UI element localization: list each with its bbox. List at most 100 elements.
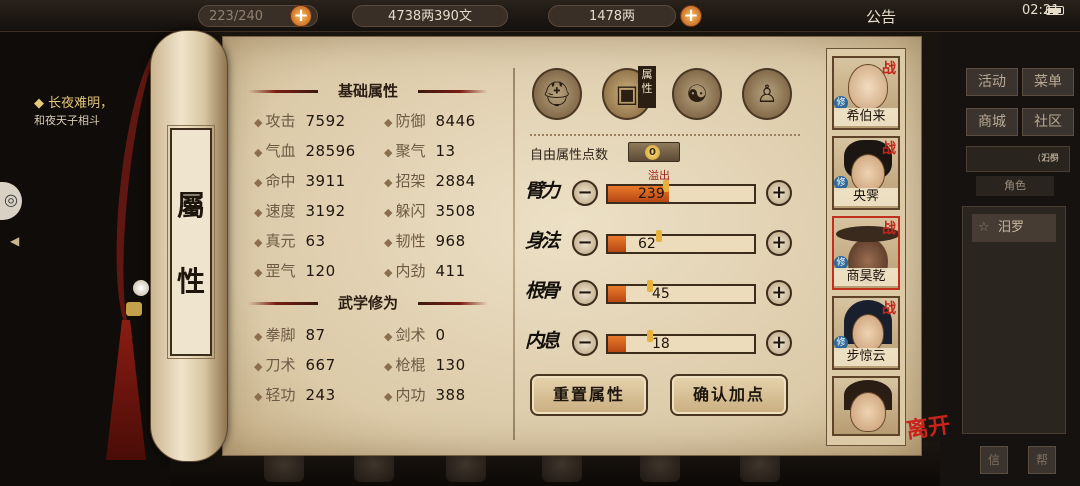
character-card[interactable]: 战 修 央霁 — [832, 136, 900, 210]
agility-bar-fill — [608, 236, 626, 252]
character-name: 希伯来 — [834, 108, 898, 126]
dotted-separator — [530, 134, 800, 136]
character-name: 商昊乾 — [834, 268, 898, 286]
attr-name-constitution: 根骨 — [525, 280, 560, 302]
stat-attack: ◆ 攻击 7592 — [254, 112, 346, 130]
stat-fist: ◆ 拳脚 87 — [254, 326, 326, 344]
hat-icon: ⛑ — [541, 80, 573, 108]
battle-badge: 战 — [882, 141, 896, 157]
character-card[interactable]: 战 修 希伯来 — [832, 56, 900, 130]
portrait — [850, 392, 886, 432]
constitution-bar[interactable]: 45 — [606, 280, 756, 304]
stat-speed: ◆ 速度 3192 — [254, 202, 346, 220]
free-points-box: 0 — [628, 142, 680, 162]
menu-button[interactable]: 菜单 — [1022, 68, 1074, 96]
tab-role[interactable]: 角色 — [976, 176, 1054, 196]
stat-gang-qi: ◆ 罡气 120 — [254, 262, 336, 280]
stat-hp: ◆ 气血 28596 — [254, 142, 356, 160]
agility-bar-pin — [656, 230, 663, 242]
body-icon: ♙ — [756, 80, 778, 108]
confirm-points-button[interactable]: 确认加点 — [670, 374, 788, 416]
quest-title[interactable]: ◆ 长夜难明， — [34, 92, 113, 111]
reset-attributes-button[interactable]: 重置属性 — [530, 374, 648, 416]
community-button[interactable]: 社区 — [1022, 108, 1074, 136]
martial-arts-header: 武学修为 — [248, 292, 412, 314]
stat-dodge: ◆ 躲闪 3508 — [384, 202, 476, 220]
bead-decoration — [126, 302, 142, 316]
portrait — [852, 314, 884, 352]
constitution-increase-button[interactable]: + — [766, 280, 792, 306]
panel-divider — [513, 68, 515, 440]
add-gold-button[interactable]: + — [680, 5, 702, 27]
free-points-value: 0 — [645, 145, 660, 160]
gold-display: 1478两 — [548, 5, 676, 27]
bead-decoration — [133, 280, 149, 296]
strength-decrease-button[interactable]: − — [572, 180, 598, 206]
constitution-decrease-button[interactable]: − — [572, 280, 598, 306]
breath-value: 18 — [652, 336, 670, 352]
breath-decrease-button[interactable]: − — [572, 330, 598, 356]
attr-name-agility: 身法 — [525, 230, 560, 252]
scroll-title: 屬 性 — [167, 125, 215, 359]
constitution-bar-fill — [608, 286, 626, 302]
tab-equipment[interactable]: ⛑ — [532, 68, 582, 120]
mail-button[interactable]: 信 — [980, 446, 1008, 474]
taiji-icon: ☯ — [686, 80, 708, 108]
attr-name-strength: 臂力 — [525, 180, 560, 202]
stat-qinggong: ◆ 轻功 243 — [254, 386, 336, 404]
shop-button[interactable]: 商城 — [966, 108, 1018, 136]
stat-toughness: ◆ 韧性 968 — [384, 232, 466, 250]
character-card[interactable]: 战 修 步惊云 — [832, 296, 900, 370]
guild-button[interactable]: 帮 — [1028, 446, 1056, 474]
battle-badge: 战 — [882, 301, 896, 317]
character-card-selected[interactable]: 战 修 商昊乾 — [832, 216, 900, 290]
silver-display: 4738两390文 — [352, 5, 508, 27]
constitution-value: 45 — [652, 286, 670, 302]
map-list-item[interactable]: 汨罗 — [972, 214, 1056, 242]
character-name: 步惊云 — [834, 348, 898, 366]
activity-button[interactable]: 活动 — [966, 68, 1018, 96]
character-name: 央霁 — [834, 188, 898, 206]
agility-increase-button[interactable]: + — [766, 230, 792, 256]
battery-icon — [1046, 6, 1064, 15]
stat-spear: ◆ 枪棍 130 — [384, 356, 466, 374]
tab-attributes-badge: 属性 — [638, 66, 656, 108]
portrait — [851, 154, 885, 192]
stat-defense: ◆ 防御 8446 — [384, 112, 476, 130]
battle-badge: 战 — [882, 61, 896, 77]
stat-inner-force: ◆ 内劲 411 — [384, 262, 466, 280]
stat-sword: ◆ 剑术 0 — [384, 326, 446, 344]
quest-description: 和夜天子相斗 — [34, 114, 100, 127]
character-card[interactable] — [832, 376, 900, 436]
stat-true-energy: ◆ 真元 63 — [254, 232, 326, 250]
battle-badge: 战 — [882, 221, 896, 237]
strength-value: 239 — [638, 186, 665, 202]
free-points-label: 自由属性点数 — [530, 148, 609, 163]
agility-decrease-button[interactable]: − — [572, 230, 598, 256]
tab-meridians[interactable]: ♙ — [742, 68, 792, 120]
stat-focus: ◆ 聚气 13 — [384, 142, 456, 160]
location-coords: (7,6) — [1037, 154, 1059, 164]
breath-increase-button[interactable]: + — [766, 330, 792, 356]
add-capacity-button[interactable]: + — [290, 5, 312, 27]
scroll-title-top: 屬 — [176, 189, 205, 222]
breath-bar[interactable]: 18 — [606, 330, 756, 354]
stat-parry: ◆ 招架 2884 — [384, 172, 476, 190]
leave-button[interactable]: 离开 — [904, 407, 952, 445]
stat-neigong: ◆ 内功 388 — [384, 386, 466, 404]
agility-value: 62 — [638, 236, 656, 252]
strength-increase-button[interactable]: + — [766, 180, 792, 206]
notice-button[interactable]: 公告 — [866, 6, 896, 27]
location-label: 汨罗 (7,6) — [966, 146, 1070, 172]
top-bar — [0, 0, 1080, 32]
arrow-left-icon[interactable]: ◀ — [10, 234, 19, 248]
basic-attributes-header: 基础属性 — [248, 80, 412, 102]
tab-skills[interactable]: ☯ — [672, 68, 722, 120]
agility-bar[interactable]: 62 — [606, 230, 756, 254]
attr-name-breath: 内息 — [525, 330, 560, 352]
strength-bar[interactable]: 239 — [606, 180, 756, 204]
stat-blade: ◆ 刀术 667 — [254, 356, 336, 374]
scroll-title-bottom: 性 — [176, 265, 205, 298]
breath-bar-fill — [608, 336, 626, 352]
stat-accuracy: ◆ 命中 3911 — [254, 172, 346, 190]
